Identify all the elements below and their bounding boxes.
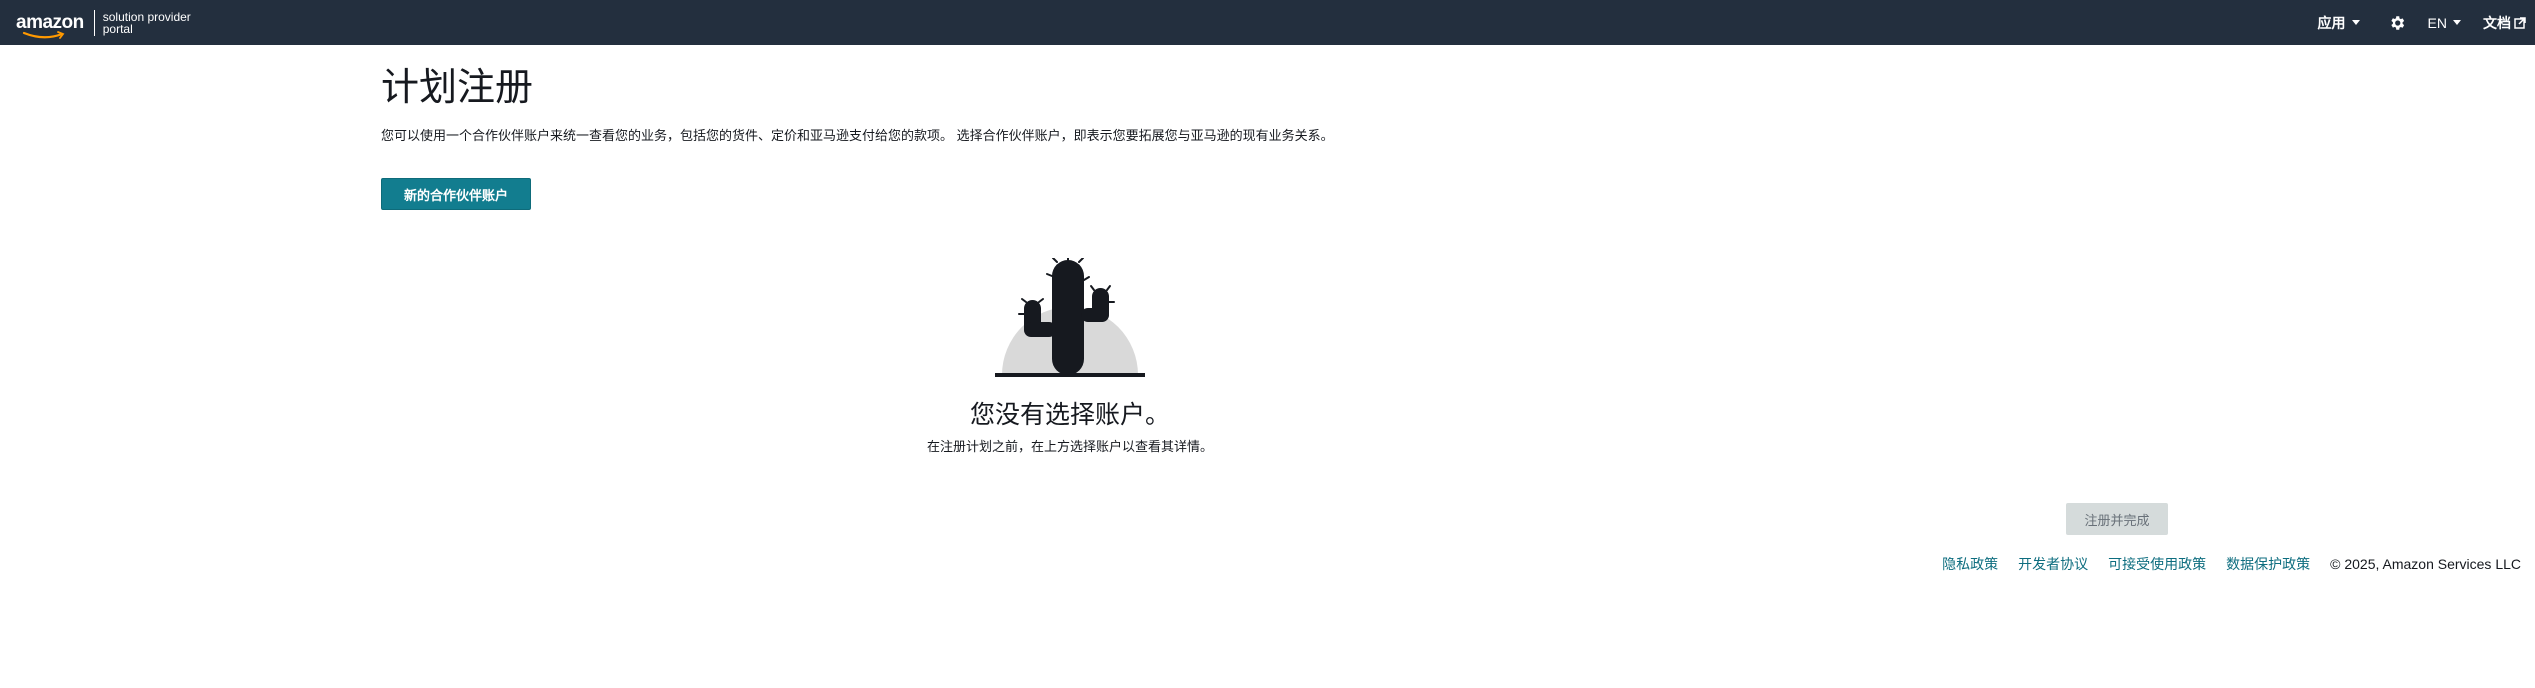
empty-state-description: 在注册计划之前，在上方选择账户以查看其详情。	[926, 439, 1213, 454]
logo-subtitle-line2: portal	[102, 22, 133, 36]
new-partner-account-button[interactable]: 新的合作伙伴账户	[381, 178, 531, 210]
logo-wordmark: amazon	[16, 12, 84, 33]
language-selector[interactable]: EN	[2428, 15, 2461, 31]
empty-state-title: 您没有选择账户。	[969, 401, 1170, 429]
top-nav-right: 应用 EN 文档	[2318, 0, 2535, 45]
footer: 隐私政策 开发者协议 可接受使用政策 数据保护政策 © 2025, Amazon…	[1942, 554, 2521, 574]
cactus-illustration-icon	[995, 255, 1145, 377]
top-navigation-bar: amazon solution provider portal 应用 EN 文档	[0, 0, 2535, 45]
docs-link[interactable]: 文档	[2483, 13, 2526, 33]
data-protection-policy-link[interactable]: 数据保护政策	[2226, 554, 2310, 574]
page-description: 您可以使用一个合作伙伴账户来统一查看您的业务，包括您的货件、定价和亚马逊支付给您…	[381, 128, 1334, 143]
privacy-policy-link[interactable]: 隐私政策	[1942, 554, 1998, 574]
apps-menu-label: 应用	[2317, 14, 2346, 31]
language-label: EN	[2427, 14, 2447, 31]
amazon-smile-icon	[22, 31, 65, 39]
acceptable-use-policy-link[interactable]: 可接受使用政策	[2108, 554, 2206, 574]
page-title: 计划注册	[381, 67, 534, 109]
chevron-down-icon	[2453, 20, 2461, 25]
docs-label: 文档	[2483, 14, 2511, 31]
logo-subtitle: solution provider portal	[103, 11, 191, 35]
logo-divider	[93, 10, 95, 36]
gear-icon	[2390, 15, 2404, 30]
copyright-text: © 2025, Amazon Services LLC	[2330, 556, 2521, 572]
settings-button[interactable]	[2388, 14, 2406, 32]
empty-state: 您没有选择账户。 在注册计划之前，在上方选择账户以查看其详情。	[870, 255, 1270, 455]
apps-menu[interactable]: 应用	[2318, 13, 2360, 33]
chevron-down-icon	[2351, 20, 2360, 25]
developer-agreement-link[interactable]: 开发者协议	[2018, 554, 2088, 574]
external-link-icon	[2514, 16, 2526, 29]
amazon-solution-provider-portal-logo[interactable]: amazon solution provider portal	[16, 8, 191, 39]
register-and-complete-button[interactable]: 注册并完成	[2066, 503, 2168, 535]
main-content: 计划注册 您可以使用一个合作伙伴账户来统一查看您的业务，包括您的货件、定价和亚马…	[381, 45, 2171, 210]
amazon-logo-mark: amazon	[16, 12, 84, 39]
